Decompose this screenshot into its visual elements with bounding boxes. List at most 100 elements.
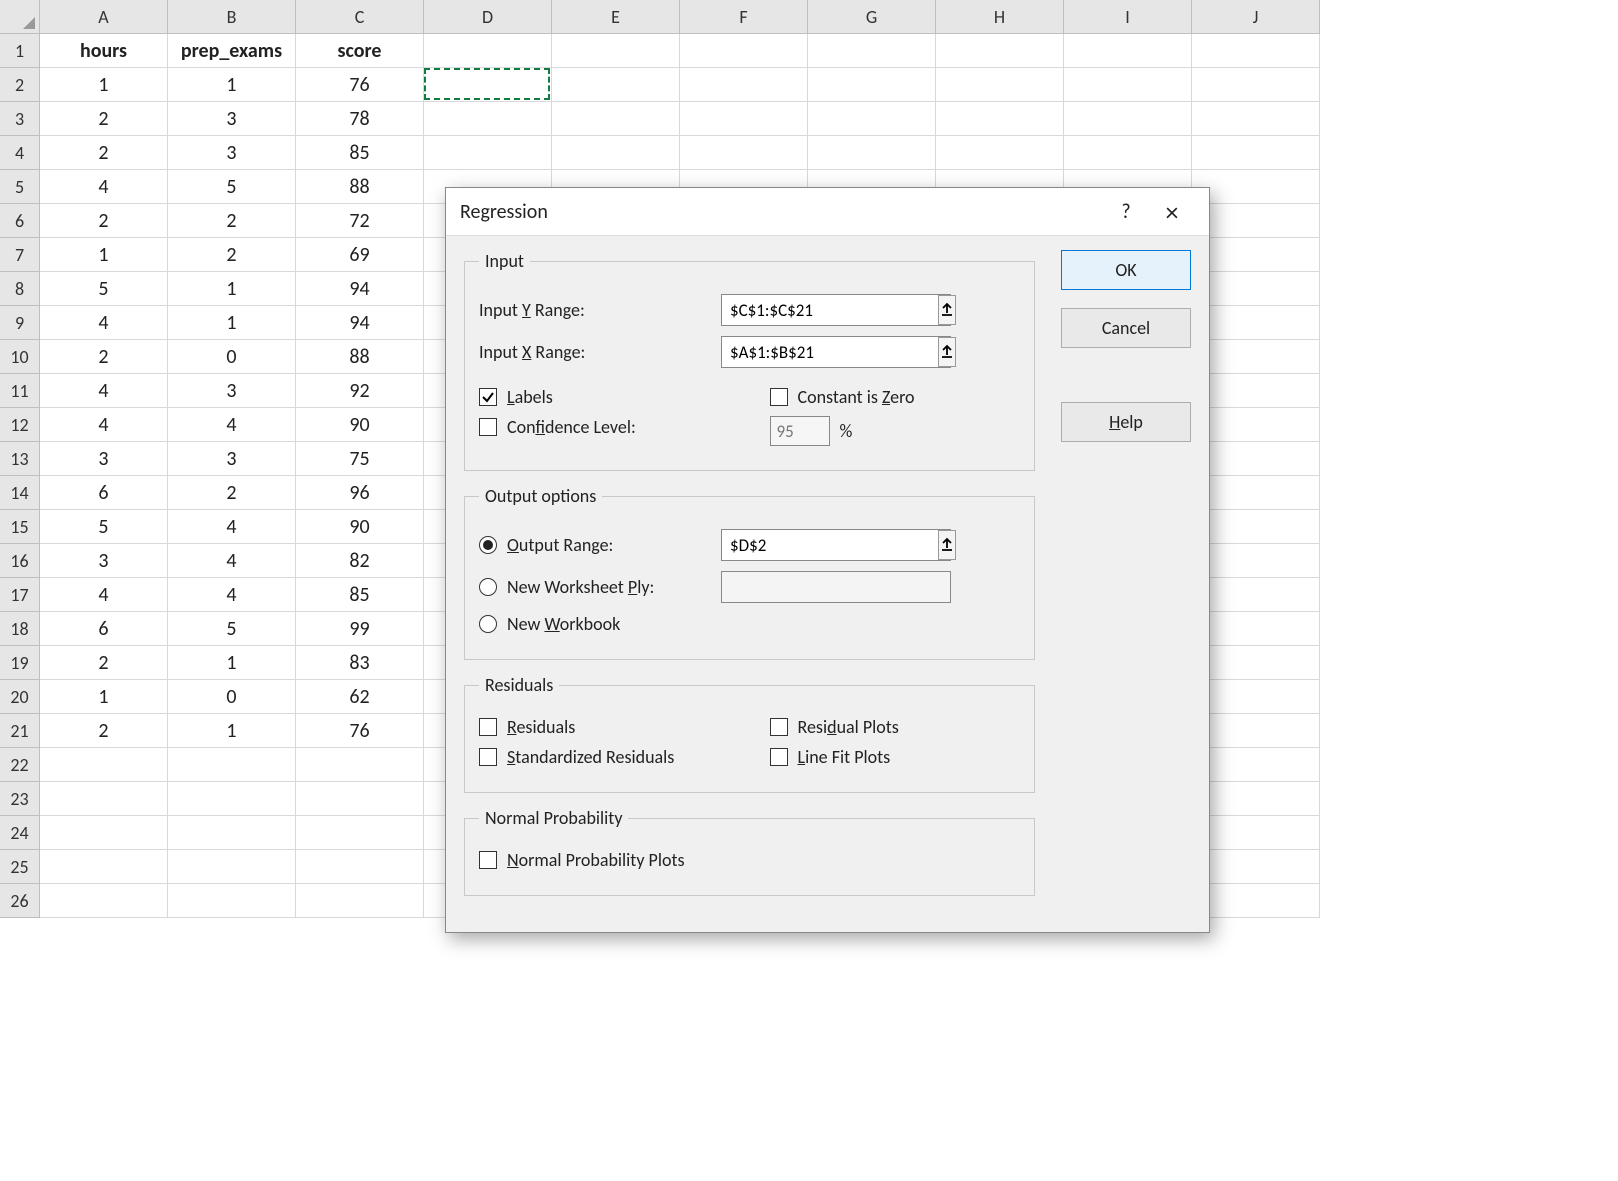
cell[interactable] (1192, 136, 1320, 170)
row-header[interactable]: 3 (0, 102, 40, 136)
cell[interactable]: 75 (296, 442, 424, 476)
cell[interactable]: 62 (296, 680, 424, 714)
cell[interactable] (168, 782, 296, 816)
cell[interactable] (40, 816, 168, 850)
cell[interactable] (424, 136, 552, 170)
input-x-range-picker-icon[interactable] (938, 337, 956, 367)
cell[interactable] (1192, 34, 1320, 68)
column-header[interactable]: A (40, 0, 168, 34)
row-header[interactable]: 26 (0, 884, 40, 918)
cell[interactable] (1192, 578, 1320, 612)
cell[interactable]: 83 (296, 646, 424, 680)
cell[interactable]: 1 (168, 68, 296, 102)
cell[interactable]: 3 (40, 442, 168, 476)
cell[interactable]: 99 (296, 612, 424, 646)
cell[interactable] (936, 102, 1064, 136)
confidence-level-input[interactable] (770, 416, 830, 446)
cell[interactable] (1192, 476, 1320, 510)
row-header[interactable]: 13 (0, 442, 40, 476)
cell[interactable]: 4 (40, 578, 168, 612)
cell[interactable] (1192, 714, 1320, 748)
cell[interactable]: 3 (168, 102, 296, 136)
cell[interactable] (424, 102, 552, 136)
ok-button[interactable]: OK (1061, 250, 1191, 290)
cell[interactable] (680, 34, 808, 68)
row-header[interactable]: 5 (0, 170, 40, 204)
column-header[interactable]: B (168, 0, 296, 34)
input-x-range-field[interactable] (722, 342, 937, 363)
constant-zero-checkbox[interactable]: Constant is Zero (770, 386, 1021, 408)
cell[interactable] (808, 34, 936, 68)
cell[interactable]: 2 (40, 204, 168, 238)
cell[interactable] (296, 748, 424, 782)
cell[interactable] (552, 102, 680, 136)
new-worksheet-radio[interactable]: New Worksheet Ply: (479, 576, 654, 598)
residuals-checkbox[interactable]: Residuals (479, 716, 730, 738)
cell[interactable] (552, 136, 680, 170)
row-header[interactable]: 8 (0, 272, 40, 306)
cell[interactable] (808, 136, 936, 170)
cell[interactable] (424, 68, 552, 102)
cell[interactable]: 2 (40, 646, 168, 680)
cell[interactable] (1192, 102, 1320, 136)
cell[interactable] (808, 102, 936, 136)
cell[interactable] (40, 782, 168, 816)
cell[interactable]: 5 (40, 272, 168, 306)
cell[interactable]: 85 (296, 578, 424, 612)
cell[interactable]: 2 (168, 204, 296, 238)
cell[interactable]: 4 (40, 170, 168, 204)
cell[interactable] (936, 34, 1064, 68)
row-header[interactable]: 2 (0, 68, 40, 102)
cell[interactable]: 1 (168, 714, 296, 748)
cell[interactable] (40, 850, 168, 884)
cell[interactable]: 72 (296, 204, 424, 238)
cell[interactable] (808, 68, 936, 102)
cell[interactable]: 4 (168, 578, 296, 612)
cell[interactable]: 88 (296, 340, 424, 374)
row-header[interactable]: 1 (0, 34, 40, 68)
normal-probability-checkbox[interactable]: Normal Probability Plots (479, 849, 1020, 871)
row-header[interactable]: 20 (0, 680, 40, 714)
new-worksheet-field[interactable] (722, 577, 950, 598)
cell[interactable]: 88 (296, 170, 424, 204)
cell[interactable] (1192, 782, 1320, 816)
cell[interactable] (1192, 204, 1320, 238)
output-range-radio[interactable]: Output Range: (479, 534, 613, 556)
row-header[interactable]: 22 (0, 748, 40, 782)
input-y-range[interactable] (721, 294, 951, 326)
cell[interactable] (168, 850, 296, 884)
cell[interactable] (1192, 170, 1320, 204)
cell[interactable]: 90 (296, 510, 424, 544)
cell[interactable]: 2 (40, 102, 168, 136)
cell[interactable] (1192, 68, 1320, 102)
cell[interactable]: 69 (296, 238, 424, 272)
row-header[interactable]: 15 (0, 510, 40, 544)
cell[interactable]: 76 (296, 68, 424, 102)
line-fit-plots-checkbox[interactable]: Line Fit Plots (770, 746, 1021, 768)
standardized-residuals-checkbox[interactable]: Standardized Residuals (479, 746, 730, 768)
help-button[interactable]: Help (1061, 402, 1191, 442)
new-worksheet-input[interactable] (721, 571, 951, 603)
cell[interactable] (424, 34, 552, 68)
cell[interactable] (680, 136, 808, 170)
row-header[interactable]: 4 (0, 136, 40, 170)
cell[interactable]: 6 (40, 612, 168, 646)
cell[interactable]: prep_exams (168, 34, 296, 68)
cell[interactable] (168, 884, 296, 918)
cell[interactable] (1064, 136, 1192, 170)
cell[interactable] (1192, 544, 1320, 578)
row-header[interactable]: 6 (0, 204, 40, 238)
column-header[interactable]: C (296, 0, 424, 34)
cell[interactable]: score (296, 34, 424, 68)
cell[interactable]: 1 (168, 646, 296, 680)
cell[interactable] (40, 884, 168, 918)
cell[interactable]: 2 (168, 238, 296, 272)
cell[interactable] (1192, 442, 1320, 476)
cell[interactable] (1192, 680, 1320, 714)
cell[interactable] (1192, 306, 1320, 340)
cell[interactable]: 5 (168, 170, 296, 204)
cell[interactable]: 4 (168, 510, 296, 544)
cell[interactable]: 2 (168, 476, 296, 510)
column-header[interactable]: D (424, 0, 552, 34)
row-header[interactable]: 12 (0, 408, 40, 442)
